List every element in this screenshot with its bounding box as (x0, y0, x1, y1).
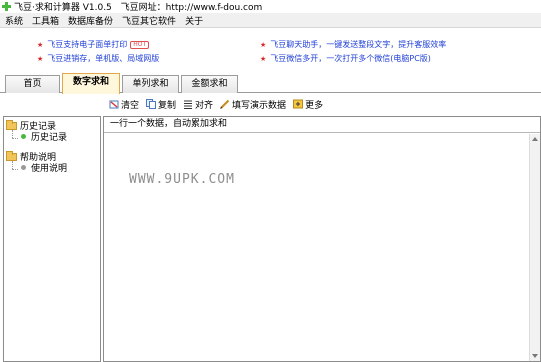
pencil-icon (220, 99, 230, 109)
bullet-star-icon: ★ (260, 54, 267, 63)
tree-item-label: 历史记录 (31, 133, 68, 143)
promo-link-inventory[interactable]: ★ 飞豆进销存，单机版、局域网版 (37, 53, 159, 64)
more-label: 更多 (305, 100, 324, 111)
green-dot-icon (21, 134, 26, 139)
tree-item-label: 使用说明 (31, 164, 68, 174)
tree-connector (12, 138, 18, 139)
menu-toolbox[interactable]: 工具箱 (32, 14, 59, 27)
tree-item-history[interactable]: 历史记录 (21, 130, 67, 143)
app-plus-icon (2, 1, 11, 11)
window-title: 飞豆·求和计算器 V1.0.5 (14, 2, 112, 13)
number-sum-editor: 一行一个数据，自动累加求和 (103, 116, 541, 362)
tab-number-sum[interactable]: 数字求和 (62, 73, 120, 94)
promo-link-chat-helper[interactable]: ★ 飞豆聊天助手，一键发送整段文字，提升客服效率 (260, 39, 446, 50)
tab-strip: 首页 数字求和 单列求和 金额求和 (0, 73, 541, 94)
tree-connector (12, 169, 18, 170)
watermark: WWW.9UPK.COM (129, 172, 235, 187)
menu-other-software[interactable]: 飞豆其它软件 (122, 14, 176, 27)
menu-bar: 系统 工具箱 数据库备份 飞豆其它软件 关于 (0, 13, 541, 28)
promo-link-label: 飞豆微信多开，一次打开多个微信(电脑PC版) (270, 54, 431, 63)
promo-links-area: ★ 飞豆支持电子面单打印 HOT ★ 飞豆进销存，单机版、局域网版 ★ 飞豆聊天… (0, 29, 541, 73)
bullet-star-icon: ★ (37, 40, 44, 49)
clear-label: 清空 (121, 100, 140, 111)
copy-label: 复制 (158, 100, 177, 111)
fill-demo-button[interactable]: 填写演示数据 (220, 98, 286, 111)
tab-home[interactable]: 首页 (5, 75, 60, 93)
gray-dot-icon (21, 165, 26, 170)
scroll-down-arrow-icon[interactable] (532, 354, 538, 358)
history-tree-panel: 历史记录 历史记录 帮助说明 使用说明 (3, 116, 101, 362)
website-label: 飞豆网址：http://www.f-dou.com (120, 2, 263, 13)
folder-icon (6, 119, 17, 130)
bullet-star-icon: ★ (260, 40, 267, 49)
bullet-star-icon: ★ (37, 54, 44, 63)
input-hint-bar: 一行一个数据，自动累加求和 (104, 117, 540, 133)
promo-link-label: 飞豆聊天助手，一键发送整段文字，提升客服效率 (270, 40, 447, 49)
align-icon (184, 100, 193, 109)
menu-system[interactable]: 系统 (5, 14, 23, 27)
promo-link-label: 飞豆进销存，单机版、局域网版 (47, 54, 160, 63)
more-icon (293, 99, 304, 109)
align-label: 对齐 (195, 100, 214, 111)
number-input-area[interactable] (104, 134, 529, 361)
tree-item-usage[interactable]: 使用说明 (21, 161, 67, 174)
fill-demo-label: 填写演示数据 (232, 100, 287, 111)
toolbar: 清空 复制 对齐 填写演示数据 更多 (0, 94, 541, 114)
folder-icon (6, 150, 17, 161)
menu-db-backup[interactable]: 数据库备份 (68, 14, 113, 27)
scroll-up-arrow-icon[interactable] (532, 137, 538, 141)
clear-button[interactable]: 清空 (109, 98, 139, 111)
promo-link-wechat-multi[interactable]: ★ 飞豆微信多开，一次打开多个微信(电脑PC版) (260, 53, 431, 64)
align-button[interactable]: 对齐 (183, 98, 213, 111)
copy-icon (146, 99, 157, 109)
vertical-scrollbar[interactable] (529, 134, 540, 361)
hot-badge: HOT (130, 40, 150, 49)
more-button[interactable]: 更多 (293, 98, 323, 111)
tab-column-sum[interactable]: 单列求和 (122, 75, 179, 93)
menu-about[interactable]: 关于 (185, 14, 203, 27)
promo-link-waybill[interactable]: ★ 飞豆支持电子面单打印 HOT (37, 39, 150, 50)
promo-link-label: 飞豆支持电子面单打印 (47, 40, 128, 49)
copy-button[interactable]: 复制 (146, 98, 176, 111)
clear-icon (109, 100, 119, 109)
tab-amount-sum[interactable]: 金额求和 (181, 75, 238, 93)
title-bar: 飞豆·求和计算器 V1.0.5 飞豆网址：http://www.f-dou.co… (0, 0, 541, 13)
